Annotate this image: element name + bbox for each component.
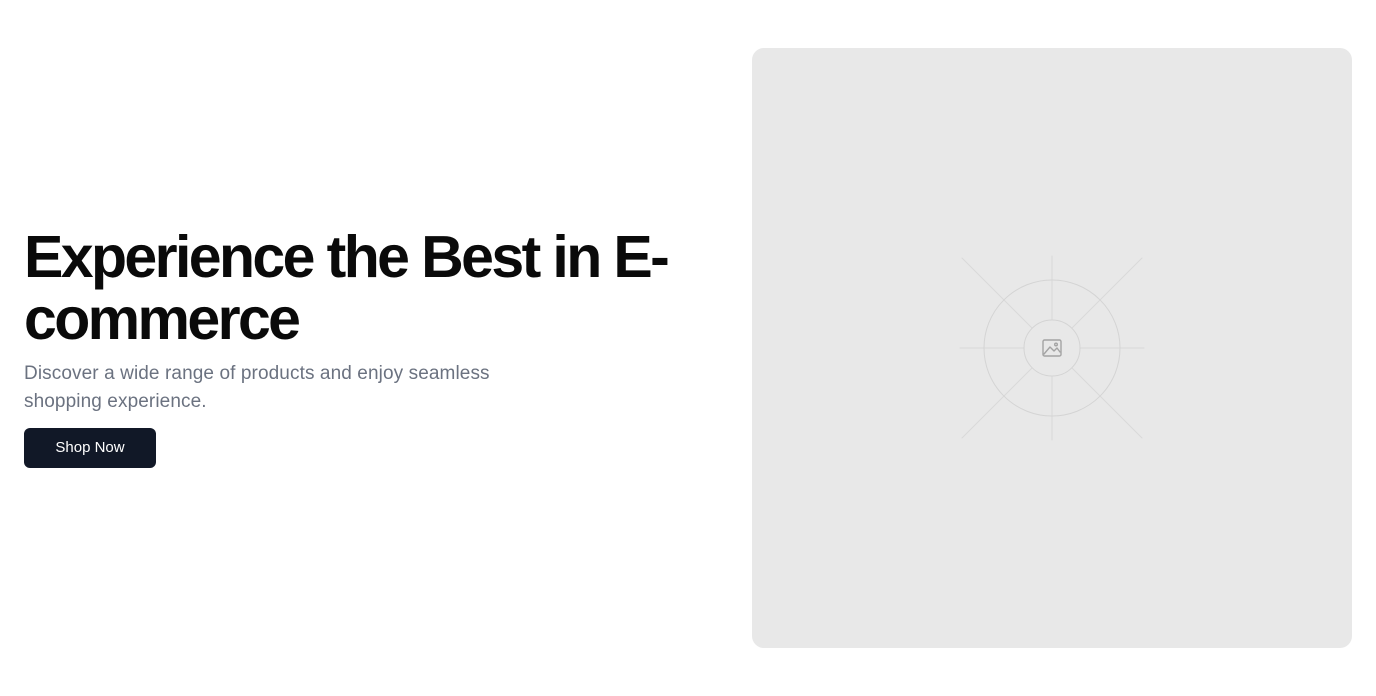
hero-section: Experience the Best in E-commerce Discov…	[0, 0, 1376, 696]
shop-now-button[interactable]: Shop Now	[24, 428, 156, 468]
hero-image-placeholder	[752, 48, 1352, 648]
hero-text-block: Experience the Best in E-commerce Discov…	[24, 226, 714, 416]
placeholder-inner-circle	[1023, 319, 1081, 377]
hero-title: Experience the Best in E-commerce	[24, 224, 670, 352]
hero-subtitle: Discover a wide range of products and en…	[24, 363, 490, 412]
image-placeholder-graphic	[959, 255, 1145, 441]
